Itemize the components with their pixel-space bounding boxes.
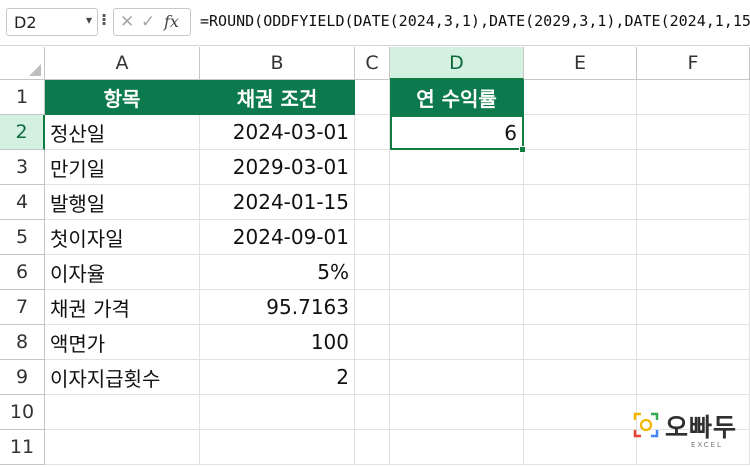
column-header-c[interactable]: C	[355, 47, 390, 80]
select-all-button[interactable]	[0, 47, 45, 80]
cell-e6[interactable]	[524, 255, 637, 290]
cell-a2[interactable]: 정산일	[45, 115, 200, 150]
cell-e2[interactable]	[524, 115, 637, 150]
cell-c6[interactable]	[355, 255, 390, 290]
cell-c2[interactable]	[355, 115, 390, 150]
cell-b11[interactable]	[200, 430, 355, 465]
cell-c11[interactable]	[355, 430, 390, 465]
cell-a1-header-item[interactable]: 항목	[45, 80, 200, 115]
cell-e9[interactable]	[524, 360, 637, 395]
insert-function-icon[interactable]: fx	[164, 12, 179, 31]
cell-c1[interactable]	[355, 80, 390, 115]
cell-b5[interactable]: 2024-09-01	[200, 220, 355, 255]
cell-d8[interactable]	[390, 325, 524, 360]
row-header-2[interactable]: 2	[0, 115, 45, 150]
cell-d11[interactable]	[390, 430, 524, 465]
chevron-down-icon[interactable]: ▾	[86, 13, 92, 27]
cell-e11[interactable]	[524, 430, 637, 465]
row-header-8[interactable]: 8	[0, 325, 45, 360]
cell-c9[interactable]	[355, 360, 390, 395]
formula-buttons: ✕ ✓ fx	[113, 8, 191, 36]
cell-b10[interactable]	[200, 395, 355, 430]
cell-a9[interactable]: 이자지급횟수	[45, 360, 200, 395]
cell-c7[interactable]	[355, 290, 390, 325]
cell-e7[interactable]	[524, 290, 637, 325]
vertical-dots-icon[interactable]: ⁝	[101, 10, 107, 29]
cell-b9[interactable]: 2	[200, 360, 355, 395]
cell-f7[interactable]	[637, 290, 750, 325]
select-all-triangle-icon[interactable]	[29, 64, 41, 76]
row-header-3[interactable]: 3	[0, 150, 45, 185]
cell-c4[interactable]	[355, 185, 390, 220]
cell-e4[interactable]	[524, 185, 637, 220]
cell-b1-header-value[interactable]: 채권 조건	[200, 80, 355, 115]
brand-name: 오빠두	[665, 413, 738, 442]
brand-logo-icon	[633, 412, 659, 438]
column-header-b[interactable]: B	[200, 47, 355, 80]
cell-e5[interactable]	[524, 220, 637, 255]
column-header-f[interactable]: F	[637, 47, 750, 80]
row-header-6[interactable]: 6	[0, 255, 45, 290]
cell-d2-result[interactable]: 6	[390, 115, 524, 150]
brand-logo: 오빠두 EXCEL	[633, 410, 745, 456]
cell-d5[interactable]	[390, 220, 524, 255]
column-header-a[interactable]: A	[45, 47, 200, 80]
cell-a5[interactable]: 첫이자일	[45, 220, 200, 255]
cell-f8[interactable]	[637, 325, 750, 360]
cell-c3[interactable]	[355, 150, 390, 185]
cell-b7[interactable]: 95.7163	[200, 290, 355, 325]
cell-b3[interactable]: 2029-03-01	[200, 150, 355, 185]
cell-a4[interactable]: 발행일	[45, 185, 200, 220]
worksheet-grid: A B C D E F 1 2 3 4 5 6 7 8 9 10 11 항목 채…	[0, 47, 750, 467]
row-header-10[interactable]: 10	[0, 395, 45, 430]
cell-d4[interactable]	[390, 185, 524, 220]
cell-d3[interactable]	[390, 150, 524, 185]
cell-d9[interactable]	[390, 360, 524, 395]
cell-b8[interactable]: 100	[200, 325, 355, 360]
cell-d10[interactable]	[390, 395, 524, 430]
cell-c8[interactable]	[355, 325, 390, 360]
cell-d7[interactable]	[390, 290, 524, 325]
brand-subtitle: EXCEL	[691, 441, 723, 449]
column-header-e[interactable]: E	[524, 47, 637, 80]
row-header-5[interactable]: 5	[0, 220, 45, 255]
row-header-7[interactable]: 7	[0, 290, 45, 325]
cell-b4[interactable]: 2024-01-15	[200, 185, 355, 220]
cell-e3[interactable]	[524, 150, 637, 185]
row-header-4[interactable]: 4	[0, 185, 45, 220]
formula-bar: D2 ▾ ⁝ ✕ ✓ fx =ROUND(ODDFYIELD(DATE(2024…	[0, 0, 750, 46]
cell-f5[interactable]	[637, 220, 750, 255]
check-icon[interactable]: ✓	[141, 12, 155, 32]
cell-e8[interactable]	[524, 325, 637, 360]
fill-handle[interactable]	[519, 146, 526, 153]
row-header-1[interactable]: 1	[0, 80, 45, 115]
cell-a10[interactable]	[45, 395, 200, 430]
cell-b6[interactable]: 5%	[200, 255, 355, 290]
cell-c10[interactable]	[355, 395, 390, 430]
cell-e10[interactable]	[524, 395, 637, 430]
name-box-value[interactable]: D2	[14, 13, 37, 32]
cell-a11[interactable]	[45, 430, 200, 465]
cell-d1-result-header[interactable]: 연 수익률	[390, 80, 524, 115]
cell-f9[interactable]	[637, 360, 750, 395]
row-header-9[interactable]: 9	[0, 360, 45, 395]
cell-f1[interactable]	[637, 80, 750, 115]
column-header-d[interactable]: D	[390, 47, 524, 80]
cell-b2[interactable]: 2024-03-01	[200, 115, 355, 150]
cell-d6[interactable]	[390, 255, 524, 290]
close-icon[interactable]: ✕	[120, 12, 134, 32]
cell-c5[interactable]	[355, 220, 390, 255]
cell-a7[interactable]: 채권 가격	[45, 290, 200, 325]
cell-e1[interactable]	[524, 80, 637, 115]
cell-a3[interactable]: 만기일	[45, 150, 200, 185]
cell-f6[interactable]	[637, 255, 750, 290]
cell-f2[interactable]	[637, 115, 750, 150]
row-header-11[interactable]: 11	[0, 430, 45, 465]
cell-f4[interactable]	[637, 185, 750, 220]
cell-a8[interactable]: 액면가	[45, 325, 200, 360]
formula-input[interactable]: =ROUND(ODDFYIELD(DATE(2024,3,1),DATE(202…	[200, 12, 750, 36]
name-box[interactable]: D2 ▾	[6, 8, 98, 36]
cell-a6[interactable]: 이자율	[45, 255, 200, 290]
cell-f3[interactable]	[637, 150, 750, 185]
